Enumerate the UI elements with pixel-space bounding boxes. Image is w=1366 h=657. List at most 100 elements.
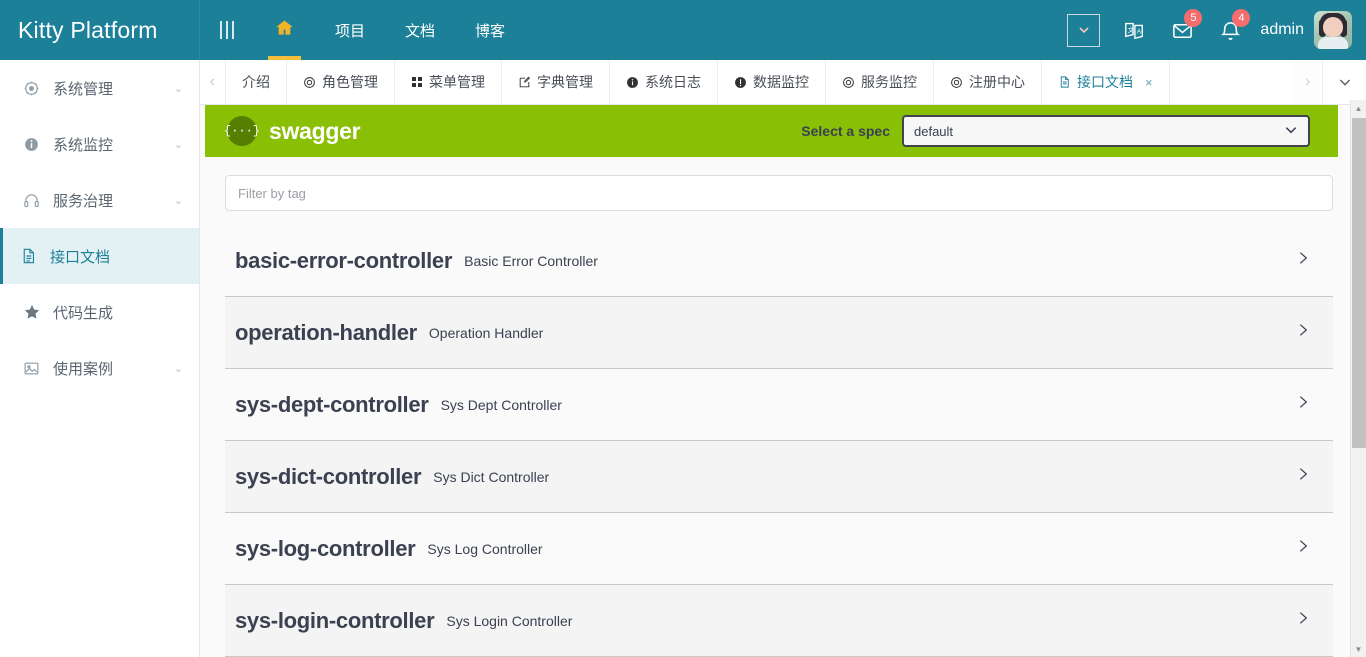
sidebar-item-label: 代码生成 [53, 304, 114, 322]
sidebar-item-label: 服务治理 [53, 192, 114, 210]
tab-label: 注册中心 [969, 74, 1025, 90]
sidebar-item-label: 系统管理 [53, 80, 114, 98]
tabbar-scroll-right-button[interactable] [1292, 60, 1322, 104]
nav-item-docs[interactable]: 文档 [385, 0, 455, 60]
info-icon [626, 76, 639, 89]
tab-label: 角色管理 [322, 74, 378, 90]
spec-selector-area: Select a spec default [801, 115, 1310, 147]
nav-item-blog[interactable]: 博客 [455, 0, 525, 60]
translate-icon[interactable]: 文 A [1110, 0, 1158, 60]
tag-list: basic-error-controller Basic Error Contr… [225, 225, 1333, 657]
swagger-wordmark: swagger [269, 117, 361, 144]
header-actions: 文 A 5 4 admin [1067, 0, 1366, 60]
spec-select[interactable]: default [902, 115, 1310, 147]
tag-description: Operation Handler [428, 324, 544, 341]
tab-label: 字典管理 [537, 74, 593, 90]
top-header: Kitty Platform 项目 文档 博客 文 A 5 4 admin [0, 0, 1366, 60]
nav-item-home[interactable] [254, 0, 315, 60]
chevron-down-icon: ⌄ [173, 138, 183, 151]
swagger-braces-icon: {···} [224, 116, 260, 146]
fullscreen-toggle-button[interactable] [1067, 13, 1101, 47]
chevron-right-icon[interactable] [1295, 535, 1311, 562]
username-label[interactable]: admin [1254, 21, 1314, 39]
sidebar-item-code-generation[interactable]: 代码生成 [0, 284, 199, 340]
tag-description: Sys Login Controller [446, 612, 573, 629]
tab-role-management[interactable]: 角色管理 [287, 60, 395, 104]
chevron-down-icon [1284, 124, 1298, 138]
tag-description: Sys Dept Controller [440, 396, 562, 413]
tag-name: sys-login-controller [235, 607, 435, 633]
tab-system-log[interactable]: 系统日志 [610, 60, 718, 104]
tag-name: sys-dict-controller [235, 463, 422, 489]
tag-name: basic-error-controller [235, 247, 453, 273]
tab-label: 数据监控 [753, 74, 809, 90]
chevron-right-icon[interactable] [1295, 247, 1311, 274]
tab-api-docs[interactable]: 接口文档 × [1042, 60, 1170, 104]
document-icon [20, 247, 46, 265]
tab-data-monitor[interactable]: 数据监控 [718, 60, 826, 104]
sidebar-item-api-docs[interactable]: 接口文档 [0, 228, 199, 284]
scrollbar-down-arrow[interactable]: ▼ [1351, 641, 1366, 657]
chevron-right-icon[interactable] [1295, 607, 1311, 634]
tabbar-scroll-left-button[interactable] [200, 60, 226, 104]
tag-row[interactable]: sys-login-controller Sys Login Controlle… [225, 585, 1333, 657]
chevron-right-icon[interactable] [1295, 391, 1311, 418]
svg-text:A: A [1137, 29, 1142, 36]
nav-item-label: 文档 [405, 22, 436, 40]
tab-intro[interactable]: 介绍 [226, 60, 287, 104]
warning-icon [734, 76, 747, 89]
tag-description: Sys Dict Controller [433, 468, 550, 485]
sidebar-item-label: 接口文档 [50, 248, 111, 266]
tab-bar: 介绍 角色管理 菜单管理 字典管理 系统日志 数据监控 服务监控 注册中心 接口… [200, 60, 1366, 105]
avatar[interactable] [1314, 11, 1352, 49]
tag-name: operation-handler [235, 319, 417, 345]
tab-menu-management[interactable]: 菜单管理 [395, 60, 502, 104]
filter-area [200, 157, 1366, 225]
sidebar-item-label: 使用案例 [53, 360, 114, 378]
sidebar-item-system-management[interactable]: 系统管理 ⌄ [0, 60, 199, 116]
scrollbar-thumb[interactable] [1352, 118, 1366, 448]
messages-badge: 5 [1184, 9, 1203, 27]
tab-label: 服务监控 [861, 74, 917, 90]
tabbar-options-dropdown-button[interactable] [1322, 60, 1366, 104]
target-icon [842, 76, 855, 89]
headset-icon [23, 192, 49, 209]
sidebar-item-label: 系统监控 [53, 136, 114, 154]
tag-description: Sys Log Controller [427, 540, 543, 557]
hamburger-icon[interactable] [200, 0, 254, 60]
tag-row[interactable]: sys-log-controller Sys Log Controller [225, 513, 1333, 585]
filter-input[interactable] [225, 175, 1333, 211]
tab-label: 菜单管理 [429, 74, 485, 90]
tag-row[interactable]: basic-error-controller Basic Error Contr… [225, 225, 1333, 297]
chevron-down-icon: ⌄ [173, 362, 183, 375]
nav-item-project[interactable]: 项目 [315, 0, 385, 60]
notifications-button[interactable]: 4 [1206, 0, 1254, 60]
sidebar-item-use-cases[interactable]: 使用案例 ⌄ [0, 340, 199, 396]
tab-label: 系统日志 [645, 74, 701, 90]
nav-item-label: 项目 [335, 22, 366, 40]
tab-label: 接口文档 [1077, 74, 1133, 90]
brand-title: Kitty Platform [0, 0, 200, 60]
chevron-down-icon: ⌄ [173, 194, 183, 207]
chevron-right-icon[interactable] [1295, 319, 1311, 346]
sidebar-item-system-monitor[interactable]: 系统监控 ⌄ [0, 116, 199, 172]
page-scrollbar[interactable]: ▲ ▼ [1350, 100, 1366, 657]
tag-row[interactable]: sys-dept-controller Sys Dept Controller [225, 369, 1333, 441]
tab-dict-management[interactable]: 字典管理 [502, 60, 610, 104]
sidebar-item-service-governance[interactable]: 服务治理 ⌄ [0, 172, 199, 228]
tag-row[interactable]: operation-handler Operation Handler [225, 297, 1333, 369]
avatar-decoration [1323, 17, 1343, 37]
messages-button[interactable]: 5 [1158, 0, 1206, 60]
tab-close-icon[interactable]: × [1145, 75, 1153, 90]
scrollbar-up-arrow[interactable]: ▲ [1351, 100, 1366, 116]
tag-name: sys-log-controller [235, 535, 416, 561]
avatar-decoration [1318, 37, 1348, 49]
swagger-logo[interactable]: {···} swagger [224, 116, 361, 146]
tag-row[interactable]: sys-dict-controller Sys Dict Controller [225, 441, 1333, 513]
home-icon [274, 18, 295, 42]
sidebar: 系统管理 ⌄ 系统监控 ⌄ 服务治理 ⌄ 接口文档 代码生成 使用案例 ⌄ [0, 60, 200, 657]
tab-service-monitor[interactable]: 服务监控 [826, 60, 934, 104]
tab-registry-center[interactable]: 注册中心 [934, 60, 1042, 104]
chevron-right-icon[interactable] [1295, 463, 1311, 490]
tag-description: Basic Error Controller [464, 252, 598, 269]
